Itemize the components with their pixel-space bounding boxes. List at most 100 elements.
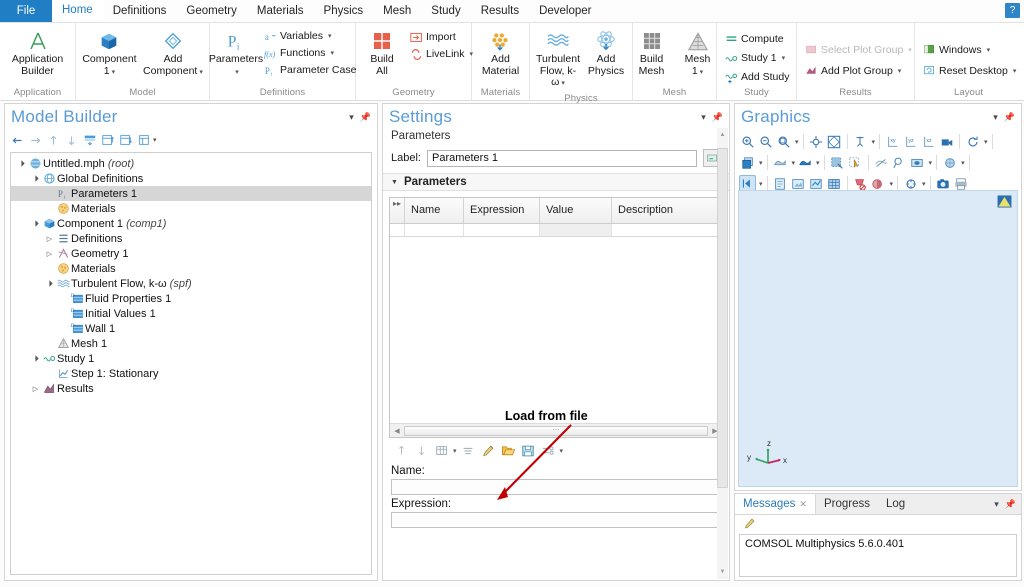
view-yz-icon[interactable]: yz <box>902 133 919 151</box>
scroll-down-icon[interactable]: ▼ <box>717 567 728 578</box>
tab-definitions[interactable]: Definitions <box>103 0 177 22</box>
tab-messages[interactable]: Messages ✕ <box>735 494 816 514</box>
close-icon[interactable]: ✕ <box>799 499 807 510</box>
view-orient-icon[interactable] <box>852 133 869 151</box>
tab-log[interactable]: Log <box>878 494 913 514</box>
tab-developer[interactable]: Developer <box>529 0 601 22</box>
load-from-file-icon[interactable] <box>500 442 517 459</box>
chevron-down-icon[interactable]: ▾ <box>453 447 457 455</box>
clear-select-icon[interactable] <box>796 154 813 172</box>
import-button[interactable]: Import <box>406 29 476 45</box>
table-layout-icon[interactable] <box>433 442 450 459</box>
reset-desktop-button[interactable]: Reset Desktop ▾ <box>919 63 1019 79</box>
select-all-icon[interactable] <box>772 154 789 172</box>
add-plot-group-button[interactable]: Add Plot Group ▾ <box>801 63 915 79</box>
chevron-down-icon[interactable]: ▾ <box>816 159 820 167</box>
view-xy-icon[interactable]: xy <box>884 133 901 151</box>
zoom-extents-icon[interactable] <box>808 133 825 151</box>
scroll-left-icon[interactable]: ◀ <box>392 427 402 435</box>
chevron-down-icon[interactable]: ▾ <box>908 46 912 54</box>
chevron-down-icon[interactable]: ▾ <box>987 46 991 54</box>
tree-twisty-expanded-icon[interactable]: ◢ <box>43 277 56 290</box>
view-hidden-icon[interactable] <box>909 154 926 172</box>
chevron-down-icon[interactable]: ▾ <box>961 159 965 167</box>
transparency-icon[interactable] <box>826 133 843 151</box>
tree-node[interactable]: Step 1: Stationary <box>11 366 371 381</box>
settings-scroll-thumb[interactable] <box>717 148 728 488</box>
edit-pencil-icon[interactable] <box>480 442 497 459</box>
functions-button[interactable]: f(x) Functions ▾ <box>260 45 359 61</box>
add-component-button[interactable]: Add Component▾ <box>141 27 205 79</box>
chevron-down-icon[interactable]: ▾ <box>235 69 239 76</box>
column-header-description[interactable]: Description <box>612 198 722 223</box>
chevron-down-icon[interactable]: ▾ <box>199 69 203 76</box>
tab-results[interactable]: Results <box>471 0 529 22</box>
tree-node[interactable]: Mesh 1 <box>11 336 371 351</box>
chevron-down-icon[interactable]: ▾ <box>890 180 894 188</box>
add-material-button[interactable]: Add Material <box>478 27 523 78</box>
chevron-down-icon[interactable]: ▾ <box>561 80 565 87</box>
tree-twisty-expanded-icon[interactable]: ◢ <box>29 217 42 230</box>
chevron-down-icon[interactable]: ▾ <box>759 180 763 188</box>
turbulent-flow-button[interactable]: Turbulent Flow, k-ω▾ <box>534 27 582 91</box>
move-down-icon[interactable] <box>63 132 80 149</box>
panel-pin-icon[interactable]: 📌 <box>1005 499 1016 510</box>
chevron-down-icon[interactable]: ▾ <box>922 180 926 188</box>
add-study-button[interactable]: Add Study <box>721 69 792 85</box>
tree-node[interactable]: ▷Geometry 1 <box>11 246 371 261</box>
column-header-value[interactable]: Value <box>540 198 612 223</box>
label-input[interactable] <box>427 150 697 167</box>
move-up-icon[interactable] <box>393 442 410 459</box>
tree-node[interactable]: ▷Results <box>11 381 371 396</box>
mesh-button[interactable]: Mesh 1▾ <box>676 27 720 79</box>
messages-body[interactable]: COMSOL Multiphysics 5.6.0.401 <box>739 534 1017 577</box>
expression-input[interactable] <box>391 512 721 528</box>
help-button[interactable]: ? <box>1005 3 1020 18</box>
tree-node[interactable]: DFluid Properties 1 <box>11 291 371 306</box>
parameters-button[interactable]: Pi Parameters ▾ <box>214 27 258 79</box>
select-region-icon[interactable] <box>829 154 846 172</box>
parameters-table[interactable]: ▸▸ Name Expression Value Description ◀ ⋯… <box>389 197 723 438</box>
tree-twisty-collapsed-icon[interactable]: ▷ <box>44 235 55 243</box>
tab-home[interactable]: Home <box>52 0 103 22</box>
panel-menu-chevron-icon[interactable]: ▾ <box>994 499 999 510</box>
application-builder-button[interactable]: Application Builder <box>8 27 67 78</box>
tree-node[interactable]: Materials <box>11 201 371 216</box>
chevron-down-icon[interactable]: ▾ <box>984 138 988 146</box>
chevron-down-icon[interactable]: ▾ <box>929 159 933 167</box>
scene-light-icon[interactable] <box>941 154 958 172</box>
column-header-name[interactable]: Name <box>405 198 464 223</box>
panel-pin-icon[interactable]: 📌 <box>360 112 371 123</box>
tab-materials[interactable]: Materials <box>247 0 314 22</box>
panel-menu-chevron-icon[interactable]: ▾ <box>701 112 706 123</box>
chevron-down-icon[interactable]: ▾ <box>795 138 799 146</box>
tree-twisty-expanded-icon[interactable]: ◢ <box>29 352 42 365</box>
chevron-down-icon[interactable]: ▾ <box>153 136 157 144</box>
tree-node[interactable]: ◢Global Definitions <box>11 171 371 186</box>
study-button[interactable]: Study 1 ▾ <box>721 50 792 66</box>
tree-node[interactable]: PiParameters 1 <box>11 186 371 201</box>
tree-node[interactable]: DWall 1 <box>11 321 371 336</box>
tree-node[interactable]: DInitial Values 1 <box>11 306 371 321</box>
windows-button[interactable]: Windows ▾ <box>919 42 1019 58</box>
tree-node[interactable]: ◢Component 1 (comp1) <box>11 216 371 231</box>
zoom-select-icon[interactable] <box>891 154 908 172</box>
table-corner-icon[interactable]: ▸▸ <box>390 198 405 223</box>
camera-view-icon[interactable] <box>938 133 955 151</box>
zoom-out-icon[interactable] <box>757 133 774 151</box>
tree-node[interactable]: ▷Definitions <box>11 231 371 246</box>
chevron-down-icon[interactable]: ▾ <box>782 54 786 62</box>
zoom-in-icon[interactable] <box>739 133 756 151</box>
tree-twisty-expanded-icon[interactable]: ◢ <box>15 157 28 170</box>
color-legend-toggle-icon[interactable] <box>997 195 1012 208</box>
collapse-all-icon[interactable] <box>99 132 116 149</box>
panel-pin-icon[interactable]: 📌 <box>1004 112 1015 123</box>
tree-twisty-collapsed-icon[interactable]: ▷ <box>44 250 55 258</box>
chevron-down-icon[interactable]: ▾ <box>898 67 902 75</box>
component-button[interactable]: Component 1▾ <box>80 27 139 79</box>
tab-study[interactable]: Study <box>421 0 470 22</box>
compute-button[interactable]: Compute <box>721 31 792 47</box>
expand-all-icon[interactable] <box>117 132 134 149</box>
panel-menu-chevron-icon[interactable]: ▾ <box>349 112 354 123</box>
tree-node[interactable]: ◢Turbulent Flow, k-ω (spf) <box>11 276 371 291</box>
